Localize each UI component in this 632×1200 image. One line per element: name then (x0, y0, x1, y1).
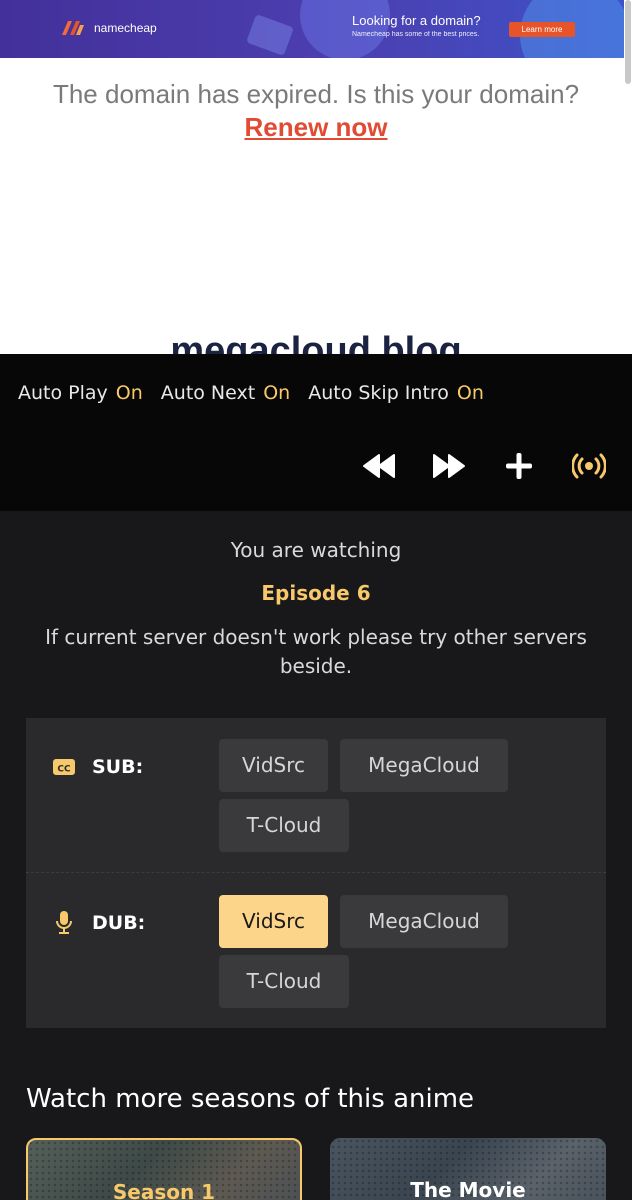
dub-server-megacloud[interactable]: MegaCloud (340, 895, 508, 948)
dub-server-tcloud[interactable]: T-Cloud (219, 955, 349, 1008)
sub-label: CC SUB: (52, 755, 143, 779)
more-seasons-heading: Watch more seasons of this anime (26, 1084, 475, 1114)
sub-server-megacloud[interactable]: MegaCloud (340, 739, 508, 792)
season-card-the-movie[interactable]: The Movie (330, 1138, 606, 1200)
toggle-label: Auto Next (160, 382, 256, 404)
toggle-value: On (456, 382, 484, 404)
dub-label-text: DUB: (92, 912, 146, 934)
sub-server-vidsrc[interactable]: VidSrc (219, 739, 328, 792)
scrollbar[interactable] (625, 0, 631, 84)
microphone-icon (52, 911, 76, 935)
domain-expired-message: The domain has expired. Is this your dom… (52, 79, 580, 109)
toggle-auto-next[interactable]: Auto Next On (161, 382, 290, 404)
sub-server-tcloud[interactable]: T-Cloud (219, 799, 349, 852)
toggle-auto-play[interactable]: Auto Play On (18, 382, 143, 404)
banner-copy: Looking for a domain? Namecheap has some… (352, 13, 481, 41)
svg-text:CC: CC (57, 765, 71, 775)
toggle-value: On (263, 382, 291, 404)
sub-servers-row: CC SUB: VidSrc MegaCloud T-Cloud (26, 718, 606, 873)
namecheap-banner[interactable]: namecheap Looking for a domain? Namechea… (0, 0, 624, 58)
season-card-label: The Movie (410, 1178, 526, 1200)
player-controls: Auto Play On Auto Next On Auto Skip Intro O… (0, 354, 632, 511)
season-card-label: Season 1 (112, 1180, 216, 1200)
dub-server-vidsrc[interactable]: VidSrc (219, 895, 328, 948)
add-to-list-button[interactable] (502, 449, 536, 483)
cc-icon: CC (52, 755, 76, 779)
banner-decoration (246, 14, 294, 56)
player-toggles: Auto Play On Auto Next On Auto Skip Intro O… (18, 382, 484, 404)
dub-servers-row: DUB: VidSrc MegaCloud T-Cloud (26, 874, 606, 1028)
toggle-label: Auto Skip Intro (308, 382, 449, 404)
toggle-auto-skip-intro[interactable]: Auto Skip Intro On (308, 382, 484, 404)
namecheap-brand-text: namecheap (94, 21, 157, 35)
banner-subline: Namecheap has some of the best prices. (352, 31, 480, 38)
server-list: CC SUB: VidSrc MegaCloud T-Cloud DUB: Vi… (26, 718, 606, 1028)
next-episode-button[interactable] (432, 449, 466, 483)
watching-label: You are watching (230, 538, 402, 562)
next-icon (433, 454, 465, 478)
banner-headline: Looking for a domain? (352, 13, 481, 28)
sub-label-text: SUB: (92, 756, 144, 778)
previous-episode-button[interactable] (362, 449, 396, 483)
episode-panel: You are watching Episode 6 If current se… (0, 511, 632, 1200)
player-icon-buttons (362, 449, 606, 483)
toggle-label: Auto Play (18, 382, 108, 404)
learn-more-button[interactable]: Learn more (509, 22, 575, 37)
current-episode: Episode 6 (261, 581, 371, 605)
server-hint: If current server doesn't work please tr… (45, 625, 587, 678)
previous-icon (363, 454, 395, 478)
namecheap-logo[interactable]: namecheap (60, 19, 157, 37)
add-icon (506, 453, 532, 479)
toggle-value: On (115, 382, 143, 404)
broadcast-icon (572, 453, 606, 479)
namecheap-logo-icon (62, 21, 84, 35)
season-card-season-1[interactable]: Season 1 (26, 1138, 302, 1200)
dub-label: DUB: (52, 911, 145, 935)
renew-now-link[interactable]: Renew now (0, 111, 632, 143)
broadcast-button[interactable] (572, 449, 606, 483)
